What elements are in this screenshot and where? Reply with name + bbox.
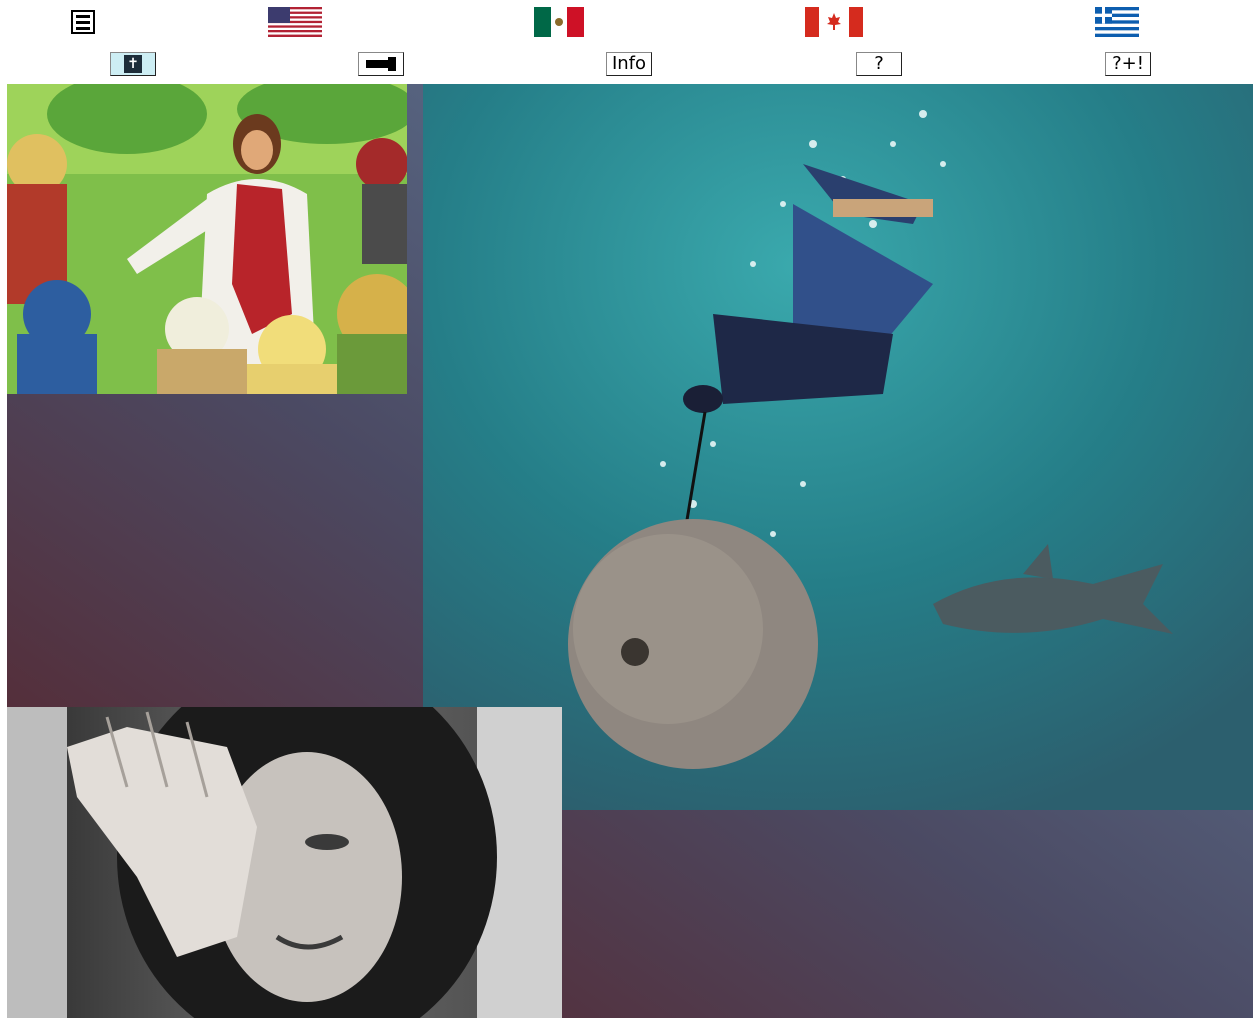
- us-flag-icon[interactable]: [268, 7, 322, 37]
- reading-button-cell: [356, 44, 406, 84]
- flag-cell-us: [266, 0, 324, 44]
- canada-flag-icon[interactable]: [805, 7, 863, 37]
- top-toolbar: [0, 0, 1253, 44]
- greece-flag-icon[interactable]: [1095, 7, 1139, 37]
- flag-cell-greece: [1092, 0, 1142, 44]
- jesus-with-disciples-illustration: [7, 84, 407, 394]
- info-button[interactable]: Info: [606, 52, 652, 76]
- pointer-bar-icon: [366, 57, 396, 71]
- reading-button[interactable]: [358, 52, 404, 76]
- help-button[interactable]: ?: [856, 52, 902, 76]
- info-button-cell: Info: [604, 44, 654, 84]
- mexico-flag-icon[interactable]: [534, 7, 584, 37]
- more-help-button-cell: ?+!: [1103, 44, 1153, 84]
- bible-book-icon: ✝: [124, 55, 142, 73]
- button-toolbar: ✝ Info ? ?+!: [0, 44, 1253, 84]
- man-drowning-with-millstone-illustration: [423, 84, 1253, 810]
- flag-cell-mexico: [530, 0, 588, 44]
- menu-cell: [58, 0, 108, 44]
- more-help-button[interactable]: ?+!: [1105, 52, 1151, 76]
- hamburger-menu-icon[interactable]: [71, 10, 95, 34]
- crying-woman-photo: [7, 707, 562, 1018]
- help-button-cell: ?: [854, 44, 904, 84]
- flag-cell-canada: [803, 0, 865, 44]
- bible-button-cell: ✝: [108, 44, 158, 84]
- bible-button[interactable]: ✝: [110, 52, 156, 76]
